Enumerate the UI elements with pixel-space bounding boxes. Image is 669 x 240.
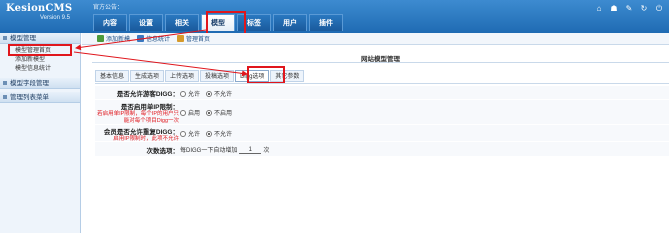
home-icon [177,35,185,42]
user-icon[interactable]: ☗ [610,5,618,13]
row-count: 次数选项： 每DIGG一下自动增加 1 次 [95,142,669,156]
sidebar-section-menu[interactable]: 管理列表菜单 [0,92,80,103]
sidebar-item-add-model[interactable]: 添加新模型 [0,56,80,65]
digg-form: 是否允许游客DIGG： 允许 不允许 是否启用单IP限制： 若启用单IP限制，每… [95,83,669,158]
toolbar: 添加新模 信息统计 管理首页 [82,33,669,45]
count-label: 次数选项： [146,148,180,155]
radio-icon [180,131,186,138]
subtab-basic[interactable]: 基本信息 [95,70,130,82]
ip-limit-label: 是否启用单IP限制： [120,104,179,111]
count-suffix: 次 [263,148,270,154]
digg-highlight-box [247,66,285,84]
subtab-contribute[interactable]: 投稿选项 [200,70,235,82]
sidebar-highlight-box [8,44,72,56]
count-prefix: 每DIGG一下自动增加 [180,148,238,154]
ip-limit-no[interactable]: 不启用 [206,108,232,117]
radio-icon [206,91,213,98]
subtab-generate[interactable]: 生成选项 [130,70,165,82]
subtab-upload[interactable]: 上传选项 [165,70,200,82]
top-bar: KesionCMS Version 9.5 官方公告： 内容 设置 相关 模型 … [0,0,669,33]
guest-digg-yes-label: 允许 [188,92,201,98]
count-input[interactable]: 1 [239,146,262,154]
radio-icon [206,131,213,138]
sidebar-section-model[interactable]: 模型管理 [0,33,80,44]
ip-limit-label-wrap: 是否启用单IP限制： 若启用单IP限制，每个IP的用户只能对每个项目Digg一次 [95,101,179,125]
ip-limit-options: 启用 不启用 [180,108,232,117]
refresh-icon[interactable]: ↻ [640,5,648,13]
count-field-wrap: 每DIGG一下自动增加 1 次 [180,145,270,155]
tab-users[interactable]: 用户 [273,14,307,31]
guest-digg-label: 是否允许游客DIGG： [116,91,179,98]
stats-label: 信息统计 [146,37,171,43]
stats-button[interactable]: 信息统计 [137,34,170,43]
row-ip-limit: 是否启用单IP限制： 若启用单IP限制，每个IP的用户只能对每个项目Digg一次… [95,100,669,124]
ip-limit-hint: 若启用单IP限制，每个IP的用户只能对每个项目Digg一次 [97,111,179,124]
sidebar-section-fields[interactable]: 模型字段管理 [0,78,80,89]
notice-label: 官方公告： [93,5,124,11]
row-guest-digg: 是否允许游客DIGG： 允许 不允许 [95,86,669,99]
repeat-digg-options: 允许 不允许 [180,129,232,138]
power-icon[interactable]: ⏻ [655,5,663,13]
wrench-icon[interactable]: ✎ [625,5,633,13]
guest-digg-yes[interactable]: 允许 [180,89,200,98]
repeat-digg-no[interactable]: 不允许 [206,129,232,138]
panel-title: 网站模型管理 [92,53,669,63]
radio-icon [206,110,213,117]
tab-settings[interactable]: 设置 [129,14,163,31]
tab-plugins[interactable]: 插件 [309,14,343,31]
row-repeat-digg: 会员是否允许重复DIGG： 启用IP限制时，此项不允许 允许 不允许 [95,125,669,143]
repeat-digg-yes-label: 允许 [188,132,201,138]
app-name: KesionCMS [6,3,73,14]
tab-content[interactable]: 内容 [93,14,127,31]
ip-limit-yes-label: 启用 [188,111,201,117]
repeat-digg-no-label: 不允许 [214,132,233,138]
guest-digg-options: 允许 不允许 [180,89,232,98]
ip-limit-no-label: 不启用 [214,111,233,117]
manage-home-label: 管理首页 [186,37,211,43]
home-icon[interactable]: ⌂ [595,5,603,13]
sidebar-item-model-stats[interactable]: 模型信息统计 [0,65,80,74]
top-icon-bar: ⌂ ☗ ✎ ↻ ⏻ [595,5,663,13]
guest-digg-no[interactable]: 不允许 [206,89,232,98]
add-icon [97,35,104,42]
app-version: Version 9.5 [39,15,70,21]
add-model-button[interactable]: 添加新模 [97,34,130,43]
guest-digg-no-label: 不允许 [214,92,233,98]
chart-icon [137,35,145,42]
sidebar: 模型管理 模型管理首页 添加新模型 模型信息统计 模型字段管理 管理列表菜单 [0,33,81,233]
manage-home-button[interactable]: 管理首页 [177,34,210,43]
repeat-digg-yes[interactable]: 允许 [180,129,200,138]
radio-icon [180,110,186,117]
radio-icon [180,91,186,98]
logo: KesionCMS Version 9.5 [6,3,86,21]
add-model-label: 添加新模 [106,37,131,43]
repeat-digg-label-wrap: 会员是否允许重复DIGG： 启用IP限制时，此项不允许 [95,126,179,143]
ip-limit-yes[interactable]: 启用 [180,108,200,117]
tab-related[interactable]: 相关 [165,14,199,31]
repeat-digg-label: 会员是否允许重复DIGG： [103,129,179,136]
